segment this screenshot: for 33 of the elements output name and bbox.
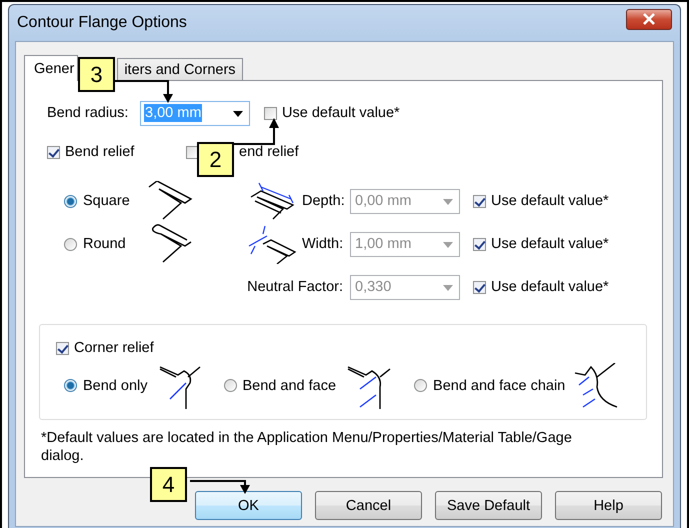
- corner-option-radio[interactable]: Bend and face chain: [414, 378, 566, 394]
- field-label: Neutral Factor:: [247, 279, 344, 295]
- caret-icon: [443, 284, 453, 290]
- close-button[interactable]: [626, 8, 672, 30]
- width-dimension-icon: [247, 224, 297, 264]
- dialog-button[interactable]: OK: [195, 491, 302, 520]
- callout-arrow: [114, 80, 174, 104]
- field-label: Depth:: [302, 193, 346, 209]
- callout-number: 3: [78, 57, 115, 92]
- corner-relief-checkbox[interactable]: Corner relief: [56, 340, 154, 356]
- window-title: Contour Flange Options: [16, 14, 187, 32]
- relief-shape-radio[interactable]: Square: [64, 193, 147, 209]
- field-label: Bend radius:: [47, 105, 130, 121]
- corner-option-radio[interactable]: Bend and face: [224, 378, 336, 394]
- tab[interactable]: iters and Corners: [117, 58, 243, 80]
- dialog-button[interactable]: Help: [555, 491, 662, 520]
- tab[interactable]: Gener: [24, 55, 78, 81]
- use-default-checkbox[interactable]: Use default value*: [264, 105, 400, 121]
- callout-number: 2: [197, 142, 234, 177]
- caret-icon: [443, 242, 453, 248]
- caret-icon: [443, 198, 453, 204]
- callout-arrow: [233, 117, 280, 146]
- caret-icon: [233, 110, 243, 116]
- square-bend-icon: [147, 181, 195, 221]
- relief-checkbox[interactable]: Bend relief: [47, 144, 186, 160]
- callout-number: 4: [150, 467, 187, 502]
- corner-option-radio[interactable]: Bend only: [64, 378, 148, 394]
- relief-shape-radio[interactable]: Round: [64, 236, 147, 252]
- footnote-text: *Default values are located in the Application Menu/Properties/Material Table/Gage dialog.: [41, 429, 573, 465]
- dialog-button[interactable]: Save Default: [435, 491, 542, 520]
- dialog-button[interactable]: Cancel: [315, 491, 422, 520]
- close-icon: [642, 13, 656, 25]
- field-label: Width:: [302, 236, 344, 252]
